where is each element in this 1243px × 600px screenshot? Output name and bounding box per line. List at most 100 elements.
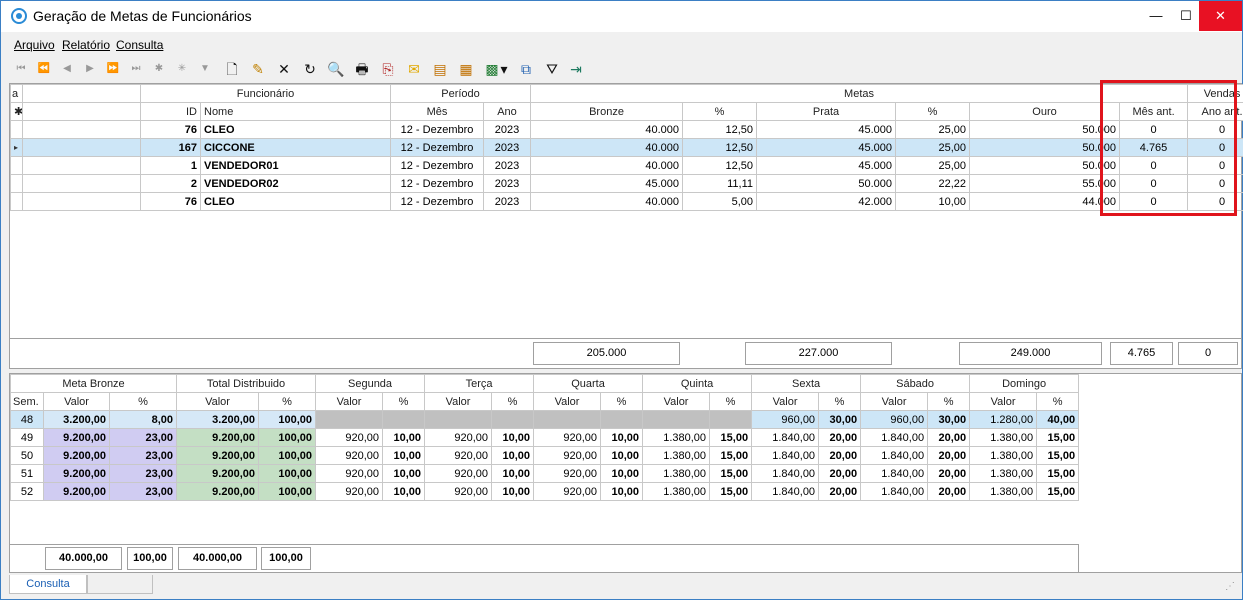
week-cell[interactable] xyxy=(424,410,493,429)
week-cell[interactable]: 23,00 xyxy=(109,428,177,447)
print-icon[interactable]: 🖶 xyxy=(353,60,371,78)
table-row[interactable]: 2 VENDEDOR02 12 - Dezembro 2023 45.000 11,11 5… xyxy=(10,174,1243,193)
exit-icon[interactable]: ⇥ xyxy=(567,60,585,78)
tab-consulta[interactable]: Consulta xyxy=(9,575,87,594)
delete-icon[interactable]: ✕ xyxy=(275,60,293,78)
week-cell[interactable]: 960,00 xyxy=(751,410,820,429)
week-cell[interactable]: 1.380,00 xyxy=(969,464,1038,483)
week-cell[interactable]: 52 xyxy=(10,482,44,501)
col-pct[interactable]: % xyxy=(1036,392,1080,411)
week-cell[interactable]: 50 xyxy=(10,446,44,465)
cell-bronze[interactable]: 45.000 xyxy=(530,174,684,193)
week-cell[interactable]: 1.380,00 xyxy=(642,446,711,465)
table-row[interactable]: 1 VENDEDOR01 12 - Dezembro 2023 40.000 12,50 4… xyxy=(10,156,1243,175)
col-pct[interactable]: % xyxy=(818,392,862,411)
menu-relatorio[interactable]: Relatório xyxy=(62,38,110,52)
cell-ouro[interactable]: 44.000 xyxy=(969,192,1121,211)
col-pct[interactable]: % xyxy=(491,392,535,411)
week-cell[interactable]: 1.380,00 xyxy=(969,482,1038,501)
maximize-button[interactable]: ☐ xyxy=(1169,1,1203,31)
week-cell[interactable]: 10,00 xyxy=(491,464,535,483)
row-selector[interactable] xyxy=(10,156,23,175)
cell-pct2[interactable]: 25,00 xyxy=(895,120,971,139)
cell-ouro[interactable]: 50.000 xyxy=(969,156,1121,175)
week-cell[interactable]: 1.840,00 xyxy=(751,482,820,501)
week-cell[interactable] xyxy=(533,410,602,429)
week-row[interactable]: 52 9.200,00 23,00 9.200,00 100,00 920,00 10,00… xyxy=(10,482,1080,501)
week-cell[interactable]: 10,00 xyxy=(600,446,644,465)
week-cell[interactable]: 1.380,00 xyxy=(969,446,1038,465)
col-sem[interactable]: Sem. xyxy=(10,392,44,411)
cell-prata[interactable]: 42.000 xyxy=(756,192,897,211)
copy-icon[interactable]: ⧉ xyxy=(517,60,535,78)
filter-nav-icon[interactable]: ▼ xyxy=(196,60,214,78)
week-cell[interactable]: 920,00 xyxy=(315,482,384,501)
week-cell[interactable]: 920,00 xyxy=(533,464,602,483)
week-cell[interactable]: 100,00 xyxy=(257,428,317,447)
cell-ano[interactable]: 2023 xyxy=(483,192,532,211)
minimize-button[interactable]: — xyxy=(1139,1,1173,31)
cell-ouro[interactable]: 50.000 xyxy=(969,120,1121,139)
week-cell[interactable]: 15,00 xyxy=(1036,428,1080,447)
insert-record-icon[interactable]: ✱ xyxy=(150,60,168,78)
cell-pct1[interactable]: 12,50 xyxy=(682,120,758,139)
metas-grid[interactable]: a Funcionário Período Metas Vendas ✱ ID … xyxy=(9,83,1243,339)
week-cell[interactable]: 10,00 xyxy=(600,464,644,483)
filter-icon[interactable]: ⛛ xyxy=(543,60,561,78)
week-cell[interactable]: 15,00 xyxy=(709,482,753,501)
cell-ano[interactable]: 2023 xyxy=(483,138,532,157)
week-cell[interactable]: 20,00 xyxy=(927,482,971,501)
week-cell[interactable]: 20,00 xyxy=(818,428,862,447)
week-cell[interactable] xyxy=(709,410,753,429)
report-icon[interactable]: ▤ xyxy=(431,60,449,78)
cell-ouro[interactable]: 55.000 xyxy=(969,174,1121,193)
cell-prata[interactable]: 45.000 xyxy=(756,138,897,157)
cell-pct1[interactable]: 12,50 xyxy=(682,138,758,157)
week-cell[interactable]: 30,00 xyxy=(818,410,862,429)
col-valor[interactable]: Valor xyxy=(751,392,820,411)
week-cell[interactable]: 100,00 xyxy=(257,410,317,429)
prior-record-icon[interactable]: ◀ xyxy=(58,60,76,78)
table-row[interactable]: 76 CLEO 12 - Dezembro 2023 40.000 5,00 42.000 1… xyxy=(10,192,1243,211)
week-cell[interactable]: 10,00 xyxy=(491,428,535,447)
week-cell[interactable] xyxy=(491,410,535,429)
cell-prata[interactable]: 45.000 xyxy=(756,120,897,139)
cell-mes[interactable]: 12 - Dezembro xyxy=(390,174,485,193)
excel-dropdown-icon[interactable]: ▾ xyxy=(499,60,509,78)
cell-pct1[interactable]: 5,00 xyxy=(682,192,758,211)
week-cell[interactable]: 9.200,00 xyxy=(176,446,259,465)
week-cell[interactable]: 9.200,00 xyxy=(43,464,110,483)
cell-pct2[interactable]: 10,00 xyxy=(895,192,971,211)
cell-mes[interactable]: 12 - Dezembro xyxy=(390,120,485,139)
week-cell[interactable]: 20,00 xyxy=(927,464,971,483)
resize-grip-icon[interactable]: ⋰ xyxy=(1225,581,1235,592)
cell-pct1[interactable]: 12,50 xyxy=(682,156,758,175)
grid-report-icon[interactable]: ▦ xyxy=(457,60,475,78)
week-row[interactable]: 50 9.200,00 23,00 9.200,00 100,00 920,00 10,00… xyxy=(10,446,1080,465)
week-row[interactable]: 49 9.200,00 23,00 9.200,00 100,00 920,00 10,00… xyxy=(10,428,1080,447)
cell-id[interactable]: 76 xyxy=(140,120,201,139)
col-pct-prata[interactable]: % xyxy=(895,102,971,121)
cell-ouro[interactable]: 50.000 xyxy=(969,138,1121,157)
edit-icon[interactable]: ✎ xyxy=(249,60,267,78)
cell-prata[interactable]: 50.000 xyxy=(756,174,897,193)
week-cell[interactable]: 1.840,00 xyxy=(751,428,820,447)
week-cell[interactable]: 920,00 xyxy=(424,482,493,501)
col-valor[interactable]: Valor xyxy=(43,392,110,411)
col-pct[interactable]: % xyxy=(382,392,426,411)
week-cell[interactable]: 960,00 xyxy=(860,410,929,429)
week-cell[interactable]: 10,00 xyxy=(491,482,535,501)
refresh-icon[interactable]: ↻ xyxy=(301,60,319,78)
week-cell[interactable]: 9.200,00 xyxy=(43,428,110,447)
col-ouro[interactable]: Ouro xyxy=(969,102,1121,121)
week-row[interactable]: 51 9.200,00 23,00 9.200,00 100,00 920,00 10,00… xyxy=(10,464,1080,483)
col-pct[interactable]: % xyxy=(600,392,644,411)
menu-consulta[interactable]: Consulta xyxy=(116,38,163,52)
week-cell[interactable]: 1.840,00 xyxy=(751,446,820,465)
week-cell[interactable]: 10,00 xyxy=(382,482,426,501)
week-cell[interactable]: 3.200,00 xyxy=(43,410,110,429)
week-cell[interactable]: 8,00 xyxy=(109,410,177,429)
week-cell[interactable]: 10,00 xyxy=(382,464,426,483)
week-cell[interactable]: 30,00 xyxy=(927,410,971,429)
cell-mes[interactable]: 12 - Dezembro xyxy=(390,156,485,175)
